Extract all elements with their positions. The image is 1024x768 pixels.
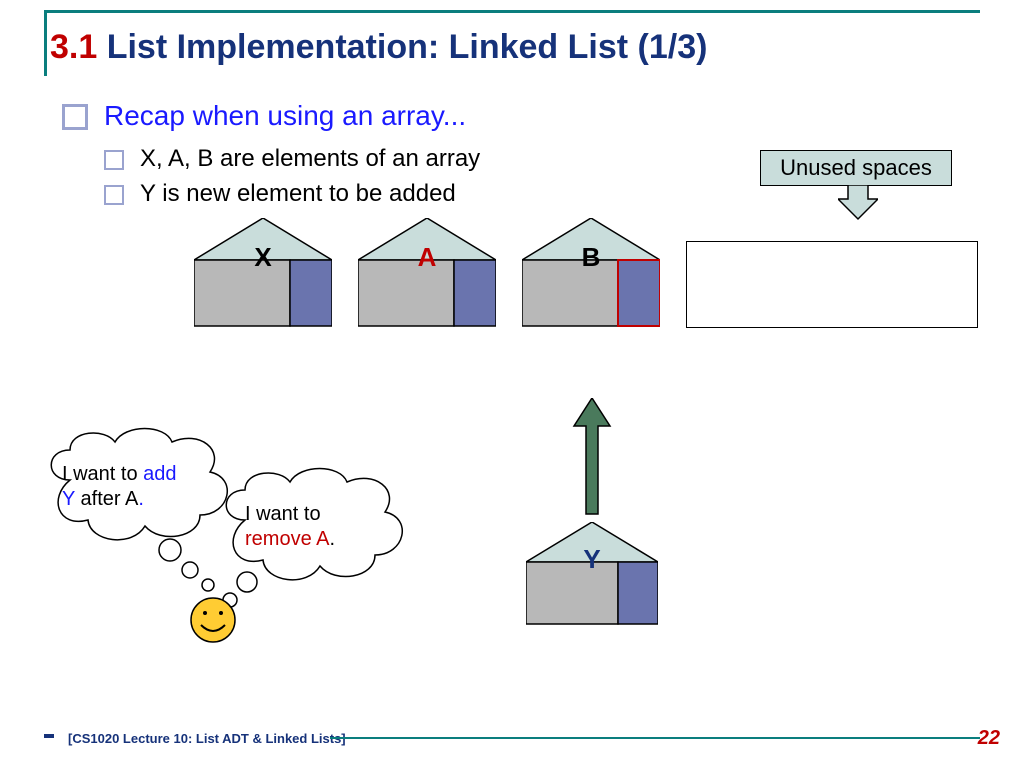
house-x: X <box>194 218 332 328</box>
title-rest: List Implementation: Linked List (1/3) <box>97 28 707 66</box>
unused-spaces-label: Unused spaces <box>760 150 952 186</box>
footer-text: [CS1020 Lecture 10: List ADT & Linked Li… <box>62 731 352 746</box>
bullet-elements-text: X, A, B are elements of an array <box>140 145 480 173</box>
house-x-label: X <box>194 242 332 273</box>
house-y: Y <box>526 522 658 626</box>
left-border <box>44 10 47 76</box>
bullet-new-element: Y is new element to be added <box>104 180 456 208</box>
top-border <box>44 10 980 13</box>
footer-dash <box>44 734 54 738</box>
up-arrow-icon <box>570 398 614 523</box>
checkbox-icon <box>62 104 88 130</box>
footer-rule <box>330 737 980 739</box>
page-number: 22 <box>978 727 1000 750</box>
house-a: A <box>358 218 496 328</box>
bullet-elements: X, A, B are elements of an array <box>104 145 480 173</box>
bullet-recap: Recap when using an array... <box>62 100 466 132</box>
bullet-recap-text: Recap when using an array... <box>104 100 466 132</box>
unused-space-box <box>686 241 978 328</box>
slide-title: 3.1 List Implementation: Linked List (1/… <box>50 28 707 67</box>
checkbox-icon <box>104 150 124 170</box>
checkbox-icon <box>104 185 124 205</box>
thought-add-text: I want to add Y after A. <box>62 462 212 512</box>
thought-bubble-remove: I want to remove A. <box>215 460 415 625</box>
down-arrow-icon <box>838 185 878 225</box>
house-b: B <box>522 218 660 328</box>
house-y-label: Y <box>526 544 658 575</box>
thought-bubble-add: I want to add Y after A. <box>40 420 240 605</box>
house-b-label: B <box>522 242 660 273</box>
house-a-label: A <box>358 242 496 273</box>
bullet-new-element-text: Y is new element to be added <box>140 180 456 208</box>
title-section: 3.1 <box>50 28 97 66</box>
thought-remove-text: I want to remove A. <box>245 502 385 552</box>
smiley-icon <box>188 595 238 650</box>
